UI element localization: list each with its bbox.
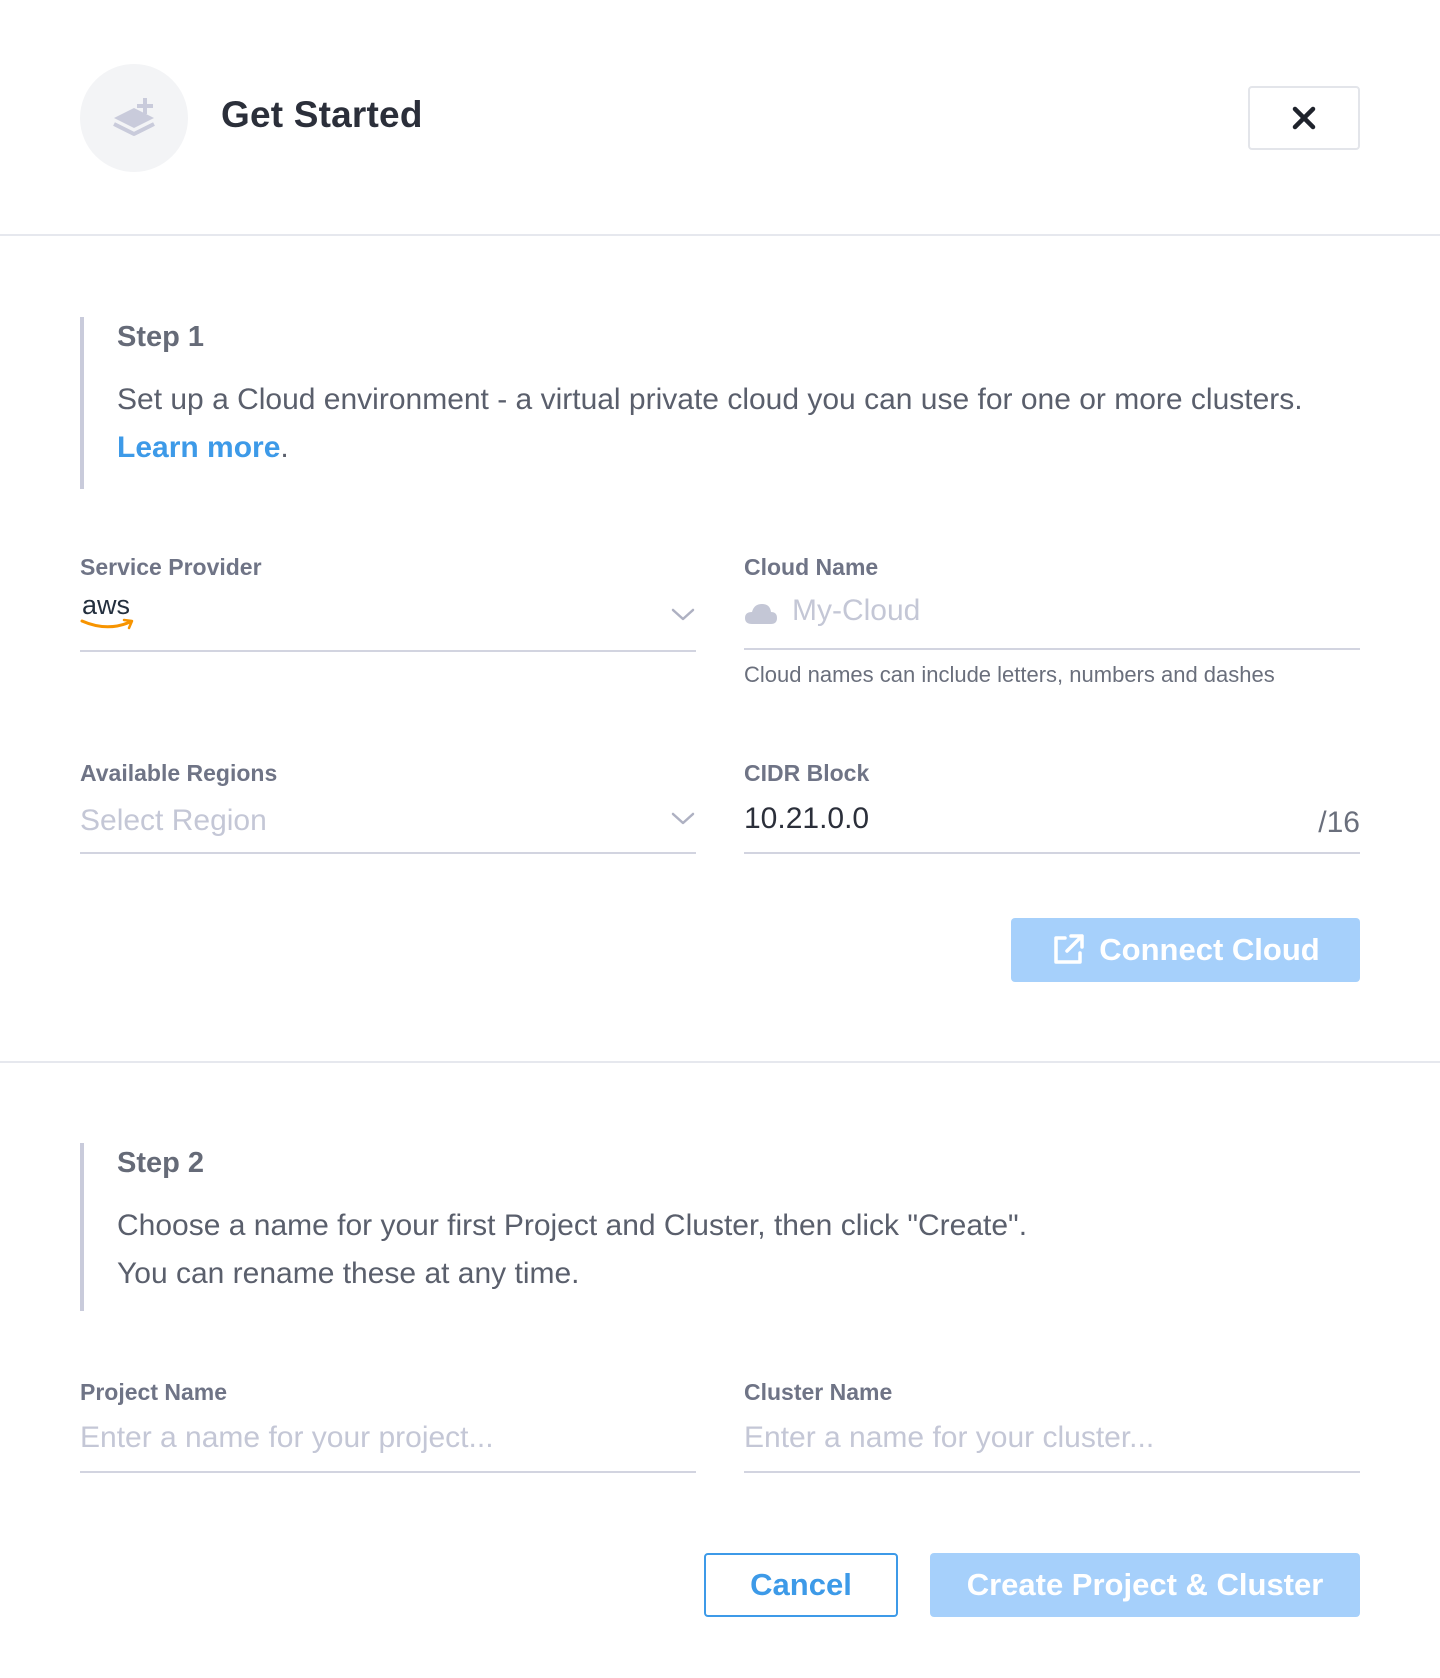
cluster-name-input[interactable] <box>744 1421 1344 1455</box>
cloud-icon <box>745 604 777 624</box>
close-button[interactable] <box>1248 86 1360 150</box>
step2-description: Choose a name for your first Project and… <box>117 1202 1360 1298</box>
step2-description-line1: Choose a name for your first Project and… <box>117 1209 1028 1242</box>
cluster-name-field: Cluster Name <box>744 1379 1360 1475</box>
connect-cloud-label: Connect Cloud <box>1099 932 1320 967</box>
regions-field[interactable]: Available Regions Select Region <box>80 760 696 856</box>
cloud-name-hint: Cloud names can include letters, numbers… <box>744 662 1275 687</box>
project-name-underline <box>80 1471 696 1473</box>
step2-callout: Step 2 Choose a name for your first Proj… <box>80 1143 1360 1311</box>
step2-title: Step 2 <box>117 1147 205 1179</box>
modal-title: Get Started <box>221 94 423 135</box>
layers-plus-icon <box>80 64 188 172</box>
chevron-down-icon <box>671 812 695 825</box>
regions-label: Available Regions <box>80 760 278 786</box>
regions-underline <box>80 852 696 854</box>
cloud-name-underline <box>744 648 1360 650</box>
cluster-name-underline <box>744 1471 1360 1473</box>
service-provider-label: Service Provider <box>80 554 262 580</box>
project-name-label: Project Name <box>80 1379 228 1405</box>
learn-more-link[interactable]: Learn more <box>117 431 280 464</box>
create-project-cluster-button[interactable]: Create Project & Cluster <box>930 1553 1360 1617</box>
aws-text: aws <box>82 590 131 620</box>
connect-cloud-button[interactable]: Connect Cloud <box>1011 918 1360 982</box>
cidr-underline <box>744 852 1360 854</box>
cidr-suffix: /16 <box>1318 806 1360 839</box>
cloud-name-label: Cloud Name <box>744 554 879 580</box>
modal-header: Get Started <box>0 0 1440 236</box>
project-name-input[interactable] <box>80 1421 680 1455</box>
service-provider-underline <box>80 650 696 652</box>
close-icon <box>1292 106 1316 130</box>
external-link-icon <box>1054 934 1085 964</box>
step1-description-text: Set up a Cloud environment - a virtual p… <box>117 383 1303 416</box>
chevron-down-icon <box>671 608 695 621</box>
service-provider-field[interactable]: Service Provider aws <box>80 554 696 652</box>
cloud-name-field: Cloud Name Cloud names can include lette… <box>744 554 1360 694</box>
learn-more-suffix: . <box>280 431 289 464</box>
cidr-field: CIDR Block /16 <box>744 760 1360 856</box>
cidr-label: CIDR Block <box>744 760 870 786</box>
cancel-button[interactable]: Cancel <box>704 1553 898 1617</box>
cidr-input[interactable] <box>744 802 1284 836</box>
regions-select[interactable]: Select Region <box>80 804 267 838</box>
cloud-name-input[interactable] <box>792 594 1352 628</box>
project-name-field: Project Name <box>80 1379 696 1475</box>
aws-logo-icon: aws <box>80 590 140 630</box>
section-divider <box>0 1061 1440 1063</box>
step1-title: Step 1 <box>117 321 205 353</box>
step1-description: Set up a Cloud environment - a virtual p… <box>117 376 1360 472</box>
step1-callout: Step 1 Set up a Cloud environment - a vi… <box>80 317 1360 489</box>
cluster-name-label: Cluster Name <box>744 1379 893 1405</box>
step2-description-line2: You can rename these at any time. <box>117 1257 580 1290</box>
